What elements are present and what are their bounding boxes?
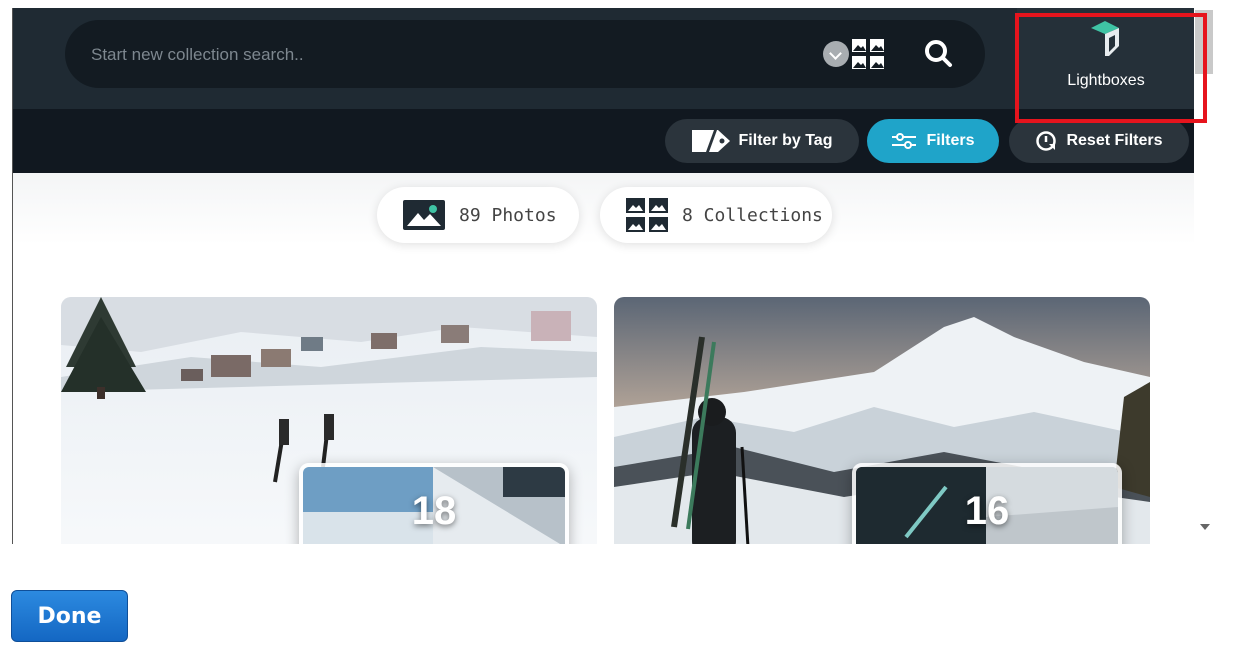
- tag-icon: [691, 130, 730, 152]
- collection-preview: 18: [299, 463, 569, 544]
- photos-count-tab[interactable]: 89 Photos: [377, 187, 579, 243]
- lightboxes-label: Lightboxes: [1067, 72, 1145, 89]
- collection-card[interactable]: 18: [61, 297, 597, 544]
- collection-card[interactable]: 16: [614, 297, 1150, 544]
- photos-count-label: 89 Photos: [459, 204, 557, 226]
- filter-by-tag-label: Filter by Tag: [738, 132, 833, 149]
- lightboxes-button[interactable]: Lightboxes: [1017, 8, 1195, 109]
- collection-photo-count: 16: [964, 489, 1010, 533]
- reset-filters-button[interactable]: Reset Filters: [1009, 119, 1189, 163]
- scrollbar[interactable]: [1194, 8, 1222, 544]
- collections-grid-icon[interactable]: [851, 37, 885, 71]
- filters-button[interactable]: Filters: [867, 119, 999, 163]
- filter-bar: Filter by Tag Filters Reset Filters: [13, 109, 1195, 173]
- scope-chevron-icon[interactable]: [823, 41, 849, 67]
- collection-photo-count: 18: [411, 489, 457, 533]
- search-icon[interactable]: [921, 36, 957, 72]
- reset-icon: [1035, 130, 1057, 152]
- collection-browser: Lightboxes Filter by Tag: [12, 8, 1195, 544]
- scroll-down-arrow-icon[interactable]: [1200, 524, 1210, 530]
- scrollbar-thumb[interactable]: [1195, 10, 1213, 74]
- collection-preview: 16: [852, 463, 1122, 544]
- search-input[interactable]: [89, 20, 793, 90]
- sliders-icon: [891, 132, 917, 150]
- collections-count-label: 8 Collections: [682, 204, 823, 226]
- search-bar: [65, 20, 985, 90]
- lightbox-box-icon: [1091, 21, 1119, 56]
- done-button[interactable]: Done: [11, 590, 128, 642]
- top-bar: Lightboxes: [13, 8, 1195, 109]
- collections-grid-icon: [626, 198, 668, 232]
- collections-count-tab[interactable]: 8 Collections: [600, 187, 832, 243]
- filters-label: Filters: [926, 132, 975, 149]
- reset-filters-label: Reset Filters: [1066, 132, 1163, 149]
- filter-by-tag-button[interactable]: Filter by Tag: [665, 119, 859, 163]
- photo-icon: [403, 200, 445, 230]
- result-counts: 89 Photos 8 Collections: [13, 173, 1195, 245]
